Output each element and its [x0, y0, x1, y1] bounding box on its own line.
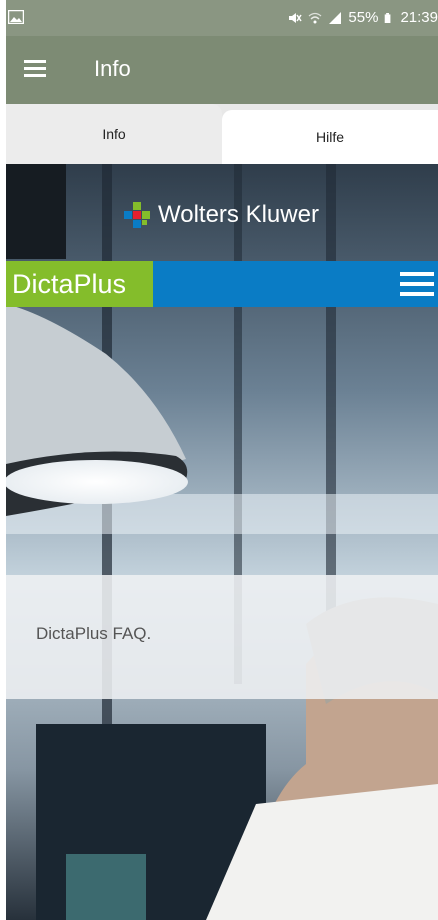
app-title: Info [94, 56, 131, 81]
tab-hilfe[interactable]: Hilfe [222, 110, 438, 164]
mute-icon [289, 12, 303, 23]
faq-link[interactable]: DictaPlus FAQ. [36, 624, 151, 644]
brand-name: Wolters Kluwer [158, 201, 319, 228]
help-content: Wolters Kluwer DictaPlus DictaPlus FAQ. [6, 164, 438, 920]
tab-bar: Info Hilfe [6, 104, 438, 164]
status-bar: 55% 21:39 [6, 0, 438, 36]
site-menu-icon[interactable] [400, 272, 434, 296]
signal-icon [329, 11, 342, 24]
wolters-kluwer-logo: Wolters Kluwer [122, 200, 319, 230]
wolters-kluwer-mark-icon [124, 202, 150, 228]
wifi-icon [309, 12, 322, 23]
tab-info[interactable]: Info [6, 104, 222, 164]
dictaplus-header: DictaPlus [6, 261, 438, 307]
status-indicators: 55% 21:39 [288, 9, 438, 26]
dictaplus-logo: DictaPlus [6, 261, 153, 307]
screen: 55% 21:39 Info Info Hilfe Wolters Kluwer… [6, 0, 438, 920]
clock: 21:39 [400, 9, 438, 26]
battery-icon [385, 12, 391, 23]
hamburger-menu-icon[interactable] [24, 60, 46, 78]
gallery-icon [8, 10, 24, 24]
battery-percent: 55% [348, 9, 379, 26]
app-bar: Info [6, 36, 438, 104]
faq-panel: DictaPlus FAQ. [6, 575, 438, 699]
